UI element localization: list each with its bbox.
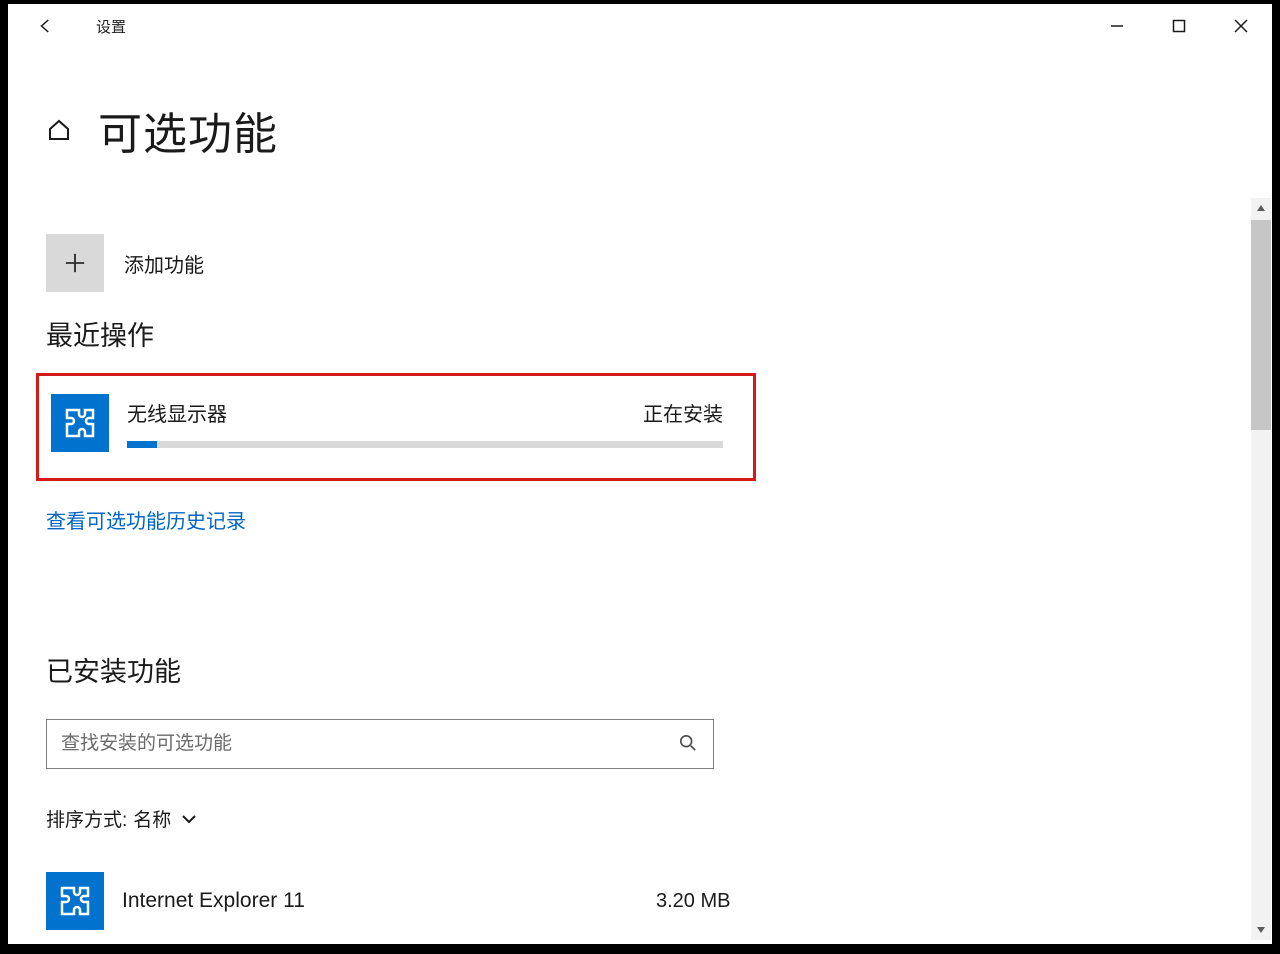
installing-feature-name: 无线显示器 [127, 398, 227, 427]
scroll-thumb[interactable] [1251, 220, 1271, 430]
close-button[interactable] [1210, 4, 1272, 48]
app-title: 设置 [96, 16, 126, 37]
installed-heading: 已安装功能 [46, 650, 1272, 689]
page-header: 可选功能 [46, 98, 1272, 162]
installing-item[interactable]: 无线显示器 正在安装 [51, 394, 723, 452]
scrollbar[interactable] [1251, 198, 1271, 940]
sort-value: 名称 [133, 805, 171, 832]
sort-label: 排序方式: [46, 805, 127, 832]
installed-section: 已安装功能 排序方式: 名称 Internet Explorer 11 [46, 650, 1272, 944]
search-box[interactable] [46, 719, 714, 769]
progress-fill [127, 441, 157, 448]
scroll-down-button[interactable] [1251, 920, 1271, 940]
sort-selector[interactable]: 排序方式: 名称 [46, 805, 1272, 832]
chevron-down-icon [181, 808, 197, 830]
feature-name: Internet Explorer 11 [122, 889, 638, 913]
minimize-button[interactable] [1086, 4, 1148, 48]
add-feature-label: 添加功能 [124, 249, 204, 278]
page-title: 可选功能 [98, 98, 278, 162]
installing-status: 正在安装 [643, 398, 723, 427]
scroll-up-button[interactable] [1251, 198, 1271, 218]
installed-feature-row[interactable]: Internet Explorer 11 3.20 MB [46, 872, 746, 930]
add-feature-button[interactable] [46, 234, 104, 292]
recent-actions-heading: 最近操作 [46, 314, 1272, 353]
highlight-box: 无线显示器 正在安装 [36, 373, 756, 481]
add-feature-row: 添加功能 [46, 234, 1272, 292]
maximize-button[interactable] [1148, 4, 1210, 48]
titlebar: 设置 [8, 4, 1272, 48]
content-area: 可选功能 添加功能 最近操作 无 [8, 48, 1272, 944]
history-link[interactable]: 查看可选功能历史记录 [46, 505, 246, 534]
puzzle-icon [46, 872, 104, 930]
search-icon [679, 734, 699, 754]
settings-window: 设置 可选功能 添加功能 [8, 4, 1272, 944]
feature-size: 3.20 MB [656, 890, 746, 913]
search-input[interactable] [61, 733, 679, 755]
progress-bar [127, 441, 723, 448]
back-button[interactable] [34, 14, 58, 38]
home-button[interactable] [46, 117, 72, 143]
window-controls [1086, 4, 1272, 48]
puzzle-icon [51, 394, 109, 452]
